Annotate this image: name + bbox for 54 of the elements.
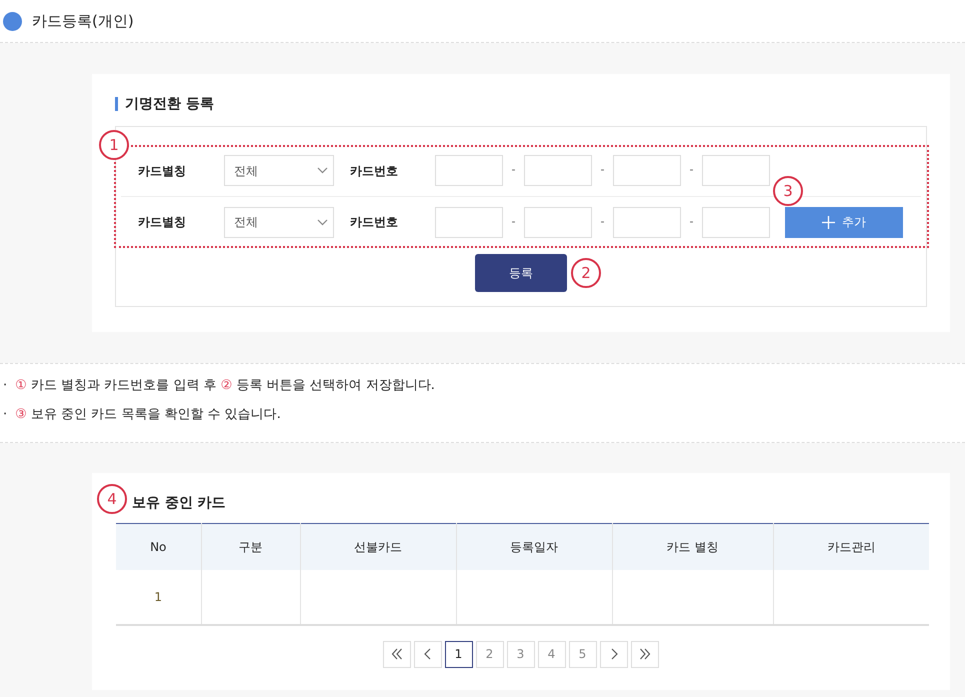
field-label: 카드번호 — [349, 214, 399, 231]
card-number-field[interactable] — [524, 206, 592, 238]
card-number-field[interactable] — [702, 155, 770, 186]
page-button[interactable]: 2 — [476, 640, 504, 668]
card-number-field[interactable] — [524, 155, 592, 186]
page-button[interactable]: 1 — [444, 640, 472, 668]
separator: - — [688, 214, 694, 230]
note-text: ③ 보유 중인 카드 목록을 확인할 수 있습니다. — [15, 406, 281, 424]
register-button[interactable]: 등록 — [475, 254, 567, 292]
page-title: 카드등록(개인) — [32, 10, 134, 32]
page-button[interactable]: 3 — [506, 640, 534, 668]
alias-select[interactable]: 전체 — [224, 155, 334, 186]
page-button[interactable]: 4 — [538, 640, 566, 668]
previous-page-icon — [422, 648, 434, 660]
card-number-field[interactable] — [702, 206, 770, 238]
field-label: 카드별칭 — [137, 214, 187, 231]
card-number-field[interactable] — [613, 206, 681, 238]
last-page-icon — [638, 648, 650, 660]
bullet: · — [3, 406, 8, 424]
column-header: No — [116, 524, 201, 570]
callout-number: 4 — [97, 484, 127, 514]
alias-select[interactable]: 전체 — [224, 206, 334, 238]
section-title: 기명전환 등록 — [125, 94, 214, 114]
chevron-down-icon — [317, 218, 328, 226]
callout-number: 3 — [773, 176, 803, 206]
separator: - — [600, 214, 606, 230]
add-button[interactable]: 추가 — [785, 206, 903, 238]
chevron-down-icon — [317, 167, 328, 174]
column-header: 등록일자 — [456, 524, 612, 570]
column-header: 구분 — [201, 524, 300, 570]
separator: - — [510, 214, 516, 230]
plus-icon — [822, 216, 835, 228]
card-number-field[interactable] — [435, 206, 503, 238]
column-header: 선불카드 — [300, 524, 456, 570]
separator: - — [688, 162, 694, 178]
column-header: 카드 별칭 — [612, 524, 773, 570]
callout-number: 2 — [571, 258, 601, 288]
field-label: 카드번호 — [349, 162, 399, 180]
separator: - — [600, 162, 606, 178]
callout-number: 1 — [99, 130, 129, 160]
card-number-field[interactable] — [613, 155, 681, 186]
first-page-button[interactable] — [382, 640, 410, 668]
page-button[interactable]: 5 — [568, 640, 596, 668]
bullet: · — [3, 377, 8, 396]
card-number-field[interactable] — [435, 155, 503, 186]
section-marker-icon — [115, 97, 118, 111]
column-header: 카드관리 — [773, 524, 929, 570]
field-label: 카드별칭 — [137, 162, 187, 180]
last-page-button[interactable] — [630, 640, 658, 668]
note-text: ① 카드 별칭과 카드번호를 입력 후 ② 등록 버튼을 선택하여 저장합니다. — [15, 377, 435, 396]
first-page-icon — [390, 648, 402, 660]
section-title: 보유 중인 카드 — [132, 494, 226, 512]
separator: - — [510, 162, 516, 178]
table-cell: 1 — [154, 590, 162, 604]
